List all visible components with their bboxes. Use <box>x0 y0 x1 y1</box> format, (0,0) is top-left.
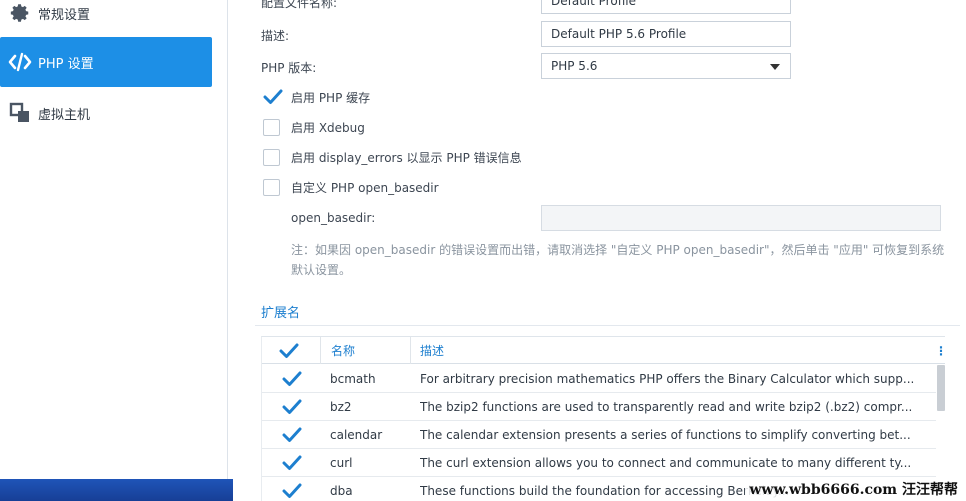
open-basedir-label: open_basedir: <box>291 211 376 225</box>
sidebar-item-php-settings[interactable]: PHP 设置 <box>0 37 212 87</box>
note-line-2: 默认设置。 <box>291 263 352 277</box>
open-basedir-note: 注：如果因 open_basedir 的错误设置而出错，请取消选择 "自定义 P… <box>291 240 956 280</box>
open-basedir-input[interactable] <box>541 205 941 231</box>
select-all-checkbox[interactable] <box>279 337 309 364</box>
extension-description: The curl extension allows you to connect… <box>420 456 912 470</box>
extension-name: curl <box>330 456 353 470</box>
extension-name: bcmath <box>330 372 376 386</box>
extension-name: calendar <box>330 428 383 442</box>
description-label: 描述: <box>261 29 290 43</box>
extensions-table: 名称 描述 ⋮ bcmath For arbitrary precision m… <box>261 336 945 501</box>
extension-name: bz2 <box>330 400 352 414</box>
enable-display-errors-checkbox[interactable]: 启用 display_errors 以显示 PHP 错误信息 <box>263 149 522 166</box>
sidebar-item-label: 常规设置 <box>38 7 91 23</box>
taskbar-strip <box>0 479 233 501</box>
table-row[interactable]: calendar The calendar extension presents… <box>262 421 936 449</box>
enable-php-cache-checkbox[interactable]: 启用 PHP 缓存 <box>263 89 370 106</box>
checkbox-icon <box>263 179 280 196</box>
profile-name-value: Default Profile <box>551 0 636 8</box>
virtual-host-icon <box>8 101 32 125</box>
gear-icon <box>8 1 32 25</box>
column-header-description[interactable]: 描述 <box>410 337 936 364</box>
sidebar: 常规设置 PHP 设置 虚拟主机 <box>0 0 228 501</box>
watermark: www.wbb6666.com 汪汪帮帮 <box>745 479 962 499</box>
php-version-label: PHP 版本: <box>261 61 317 75</box>
sidebar-item-label: PHP 设置 <box>38 56 94 72</box>
php-version-value: PHP 5.6 <box>551 59 598 73</box>
row-checkbox[interactable] <box>282 449 312 477</box>
profile-name-input[interactable]: Default Profile <box>541 0 791 14</box>
extensions-section-title: 扩展名 <box>261 306 301 321</box>
checkbox-label: 启用 Xdebug <box>291 121 365 135</box>
table-row[interactable]: curl The curl extension allows you to co… <box>262 449 936 477</box>
checkbox-label: 自定义 PHP open_basedir <box>291 181 439 195</box>
row-checkbox[interactable] <box>282 365 312 393</box>
enable-xdebug-checkbox[interactable]: 启用 Xdebug <box>263 119 365 136</box>
profile-name-label: 配置文件名称: <box>261 0 338 10</box>
extension-name: dba <box>330 484 353 498</box>
checkbox-icon <box>263 149 280 166</box>
sidebar-item-general-settings[interactable]: 常规设置 <box>0 0 212 38</box>
checkbox-label: 启用 PHP 缓存 <box>291 91 371 105</box>
section-divider <box>255 325 960 326</box>
checkbox-label: 启用 display_errors 以显示 PHP 错误信息 <box>291 151 522 165</box>
row-checkbox[interactable] <box>282 477 312 501</box>
checkbox-checked-icon <box>263 89 283 106</box>
extension-description: The bzip2 functions are used to transpar… <box>420 400 913 414</box>
custom-open-basedir-checkbox[interactable]: 自定义 PHP open_basedir <box>263 179 439 196</box>
table-scrollbar[interactable] <box>937 365 945 411</box>
note-line-1: 注：如果因 open_basedir 的错误设置而出错，请取消选择 "自定义 P… <box>291 243 945 257</box>
column-header-name[interactable]: 名称 <box>320 337 410 364</box>
sidebar-item-virtual-host[interactable]: 虚拟主机 <box>0 88 212 138</box>
description-value: Default PHP 5.6 Profile <box>551 27 687 41</box>
extension-description: The calendar extension presents a series… <box>420 428 911 442</box>
php-version-select[interactable]: PHP 5.6 <box>541 53 791 79</box>
sidebar-item-label: 虚拟主机 <box>38 107 91 123</box>
chevron-down-icon <box>770 64 780 70</box>
row-checkbox[interactable] <box>282 421 312 449</box>
description-input[interactable]: Default PHP 5.6 Profile <box>541 21 791 47</box>
column-menu-icon[interactable]: ⋮ <box>935 337 945 364</box>
table-row[interactable]: bcmath For arbitrary precision mathemati… <box>262 365 936 393</box>
checkbox-icon <box>263 119 280 136</box>
extension-description: For arbitrary precision mathematics PHP … <box>420 372 915 386</box>
row-checkbox[interactable] <box>282 393 312 421</box>
code-icon <box>8 50 32 74</box>
table-header: 名称 描述 ⋮ <box>262 337 945 364</box>
table-row[interactable]: bz2 The bzip2 functions are used to tran… <box>262 393 936 421</box>
